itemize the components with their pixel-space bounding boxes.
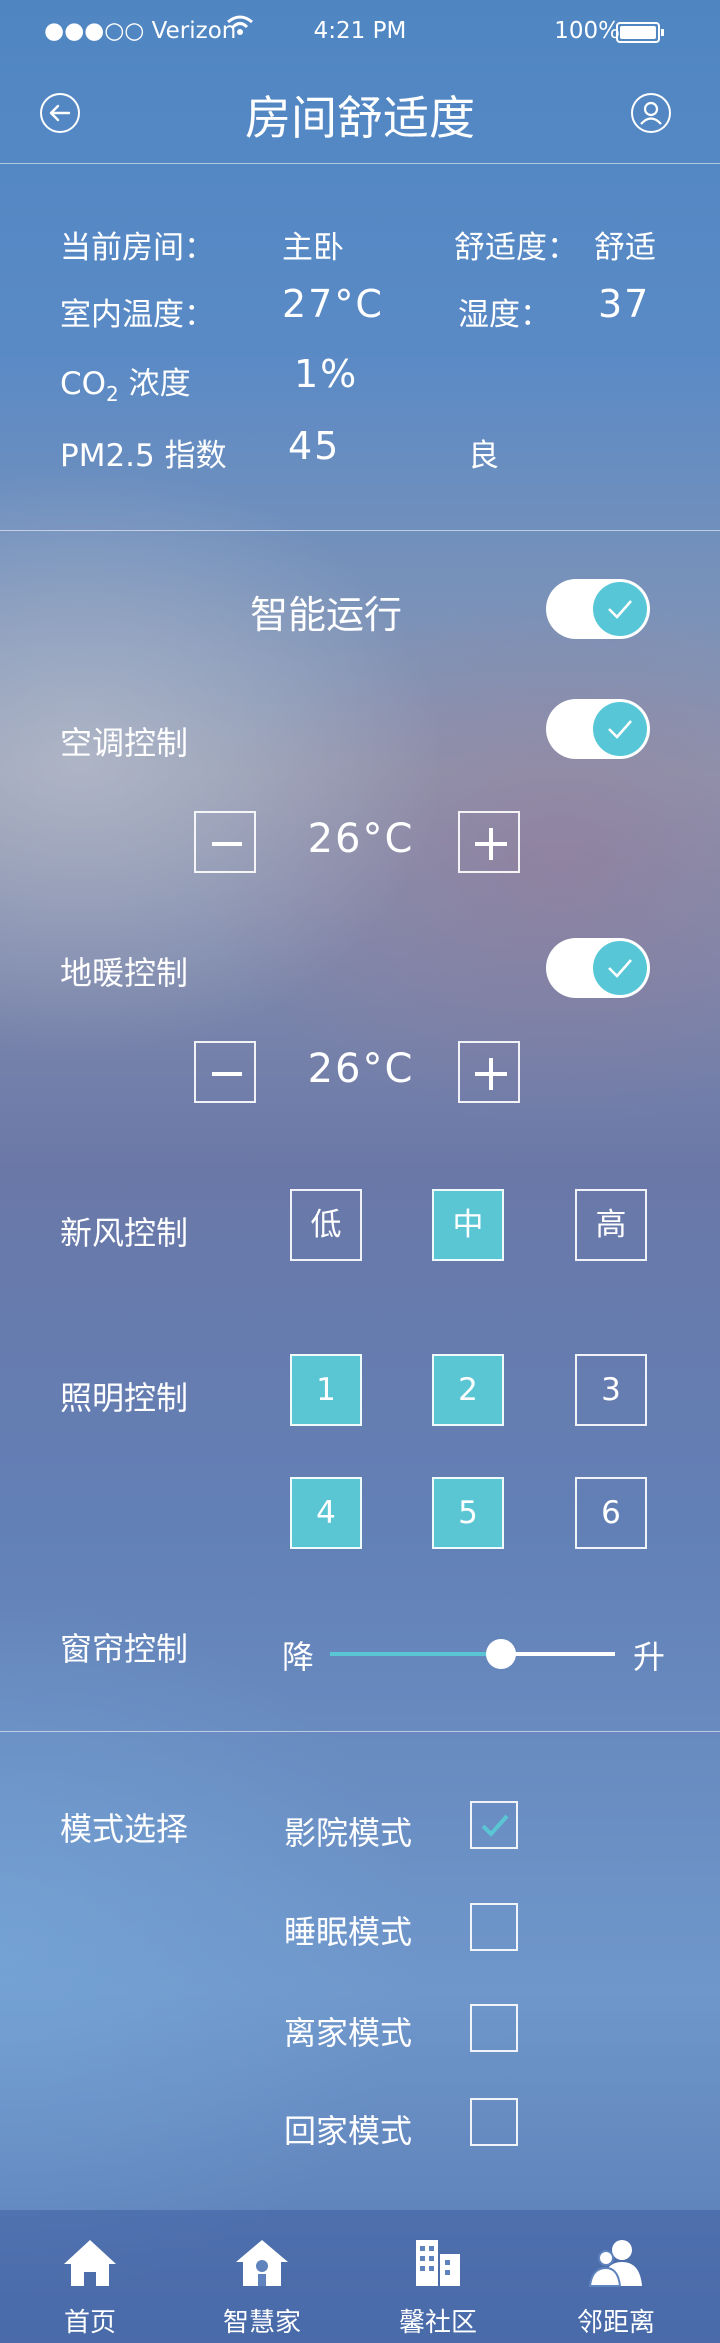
room-label: 当前房间： (60, 230, 215, 266)
mode-label-cinema: 影院模式 (284, 1814, 413, 1852)
neighbors-icon (588, 2240, 642, 2287)
lighting-label: 照明控制 (60, 1379, 189, 1417)
indoor-temp-label: 室内温度： (60, 297, 215, 333)
minus-icon (212, 842, 242, 846)
check-icon (608, 959, 632, 978)
humidity-value: 37 (598, 282, 651, 326)
light-button-1[interactable]: 1 (290, 1354, 362, 1426)
floor-heat-increase-button[interactable] (458, 1041, 520, 1103)
fresh-air-option-high[interactable]: 高 (575, 1189, 647, 1261)
ac-temp-increase-button[interactable] (458, 811, 520, 873)
smart-home-icon (236, 2240, 288, 2286)
header-divider (0, 163, 720, 164)
plus-icon (475, 1058, 507, 1090)
pm25-value: 45 (288, 424, 341, 468)
user-icon (640, 101, 662, 125)
page-title: 房间舒适度 (245, 91, 475, 145)
comfort-value: 舒适 (594, 230, 656, 266)
room-value: 主卧 (282, 230, 344, 266)
home-icon (64, 2240, 116, 2286)
slider-track-remaining (501, 1652, 615, 1656)
slider-thumb[interactable] (486, 1639, 516, 1669)
mode-label-away: 离家模式 (284, 2014, 413, 2052)
light-button-4[interactable]: 4 (290, 1477, 362, 1549)
tab-community[interactable]: 馨社区 (348, 2210, 528, 2343)
tab-bar: 首页 智慧家 馨社区 邻距离 (0, 2210, 720, 2343)
mode-checkbox-sleep[interactable] (470, 1903, 518, 1951)
tab-home[interactable]: 首页 (0, 2210, 180, 2343)
co2-label-rest: 浓度 (118, 366, 191, 402)
tab-label-smart-home: 智慧家 (222, 2308, 301, 2338)
floor-heat-decrease-button[interactable] (194, 1041, 256, 1103)
light-button-3[interactable]: 3 (575, 1354, 647, 1426)
mode-label-sleep: 睡眠模式 (284, 1913, 413, 1951)
curtain-up-label: 升 (633, 1638, 666, 1676)
mode-checkbox-away[interactable] (470, 2004, 518, 2052)
tab-neighbors[interactable]: 邻距离 (526, 2210, 706, 2343)
mode-label-home: 回家模式 (284, 2112, 413, 2150)
tab-label-home: 首页 (63, 2308, 116, 2338)
battery-icon (616, 22, 664, 43)
minus-icon (212, 1072, 242, 1076)
fresh-air-option-low[interactable]: 低 (290, 1189, 362, 1261)
mode-select-label: 模式选择 (60, 1810, 189, 1848)
tab-label-community: 馨社区 (398, 2308, 477, 2338)
indoor-temp-value: 27°C (282, 282, 384, 326)
smart-run-toggle[interactable] (546, 579, 650, 639)
curtain-label: 窗帘控制 (60, 1630, 189, 1668)
community-icon (416, 2240, 460, 2286)
humidity-label: 湿度： (458, 297, 551, 333)
co2-value: 1% (294, 352, 359, 396)
check-icon (608, 720, 632, 739)
tab-label-neighbors: 邻距离 (576, 2308, 655, 2338)
ac-temp-decrease-button[interactable] (194, 811, 256, 873)
co2-label-sub: 2 (106, 382, 119, 407)
co2-label: CO2 浓度 (60, 358, 191, 406)
fresh-air-label: 新风控制 (60, 1214, 189, 1252)
user-button[interactable] (631, 93, 671, 133)
info-divider (0, 530, 720, 531)
comfort-label: 舒适度： (454, 230, 578, 266)
controls-divider (0, 1731, 720, 1732)
curtain-down-label: 降 (282, 1638, 315, 1676)
ac-control-label: 空调控制 (60, 724, 189, 762)
ac-toggle[interactable] (546, 699, 650, 759)
light-button-6[interactable]: 6 (575, 1477, 647, 1549)
mode-checkbox-cinema[interactable] (470, 1801, 518, 1849)
light-button-2[interactable]: 2 (432, 1354, 504, 1426)
status-bar: ●●●○○ Verizon 4:21 PM 100% (0, 0, 720, 62)
curtain-slider[interactable] (330, 1634, 615, 1674)
smart-run-label: 智能运行 (250, 593, 403, 637)
slider-track-filled (330, 1652, 501, 1656)
checkmark-icon (481, 1814, 509, 1837)
plus-icon (475, 828, 507, 860)
floor-heat-toggle[interactable] (546, 938, 650, 998)
ac-temp-value: 26°C (307, 816, 415, 862)
mode-checkbox-home[interactable] (470, 2098, 518, 2146)
pm25-grade: 良 (468, 438, 499, 474)
battery-percent: 100% (554, 18, 620, 44)
pm25-label: PM2.5 指数 (60, 438, 227, 474)
fresh-air-option-medium[interactable]: 中 (432, 1189, 504, 1261)
tab-smart-home[interactable]: 智慧家 (172, 2210, 352, 2343)
light-button-5[interactable]: 5 (432, 1477, 504, 1549)
floor-heat-label: 地暖控制 (60, 954, 189, 992)
floor-heat-temp-value: 26°C (307, 1046, 415, 1092)
co2-label-main: CO (60, 366, 107, 402)
check-icon (608, 600, 632, 619)
